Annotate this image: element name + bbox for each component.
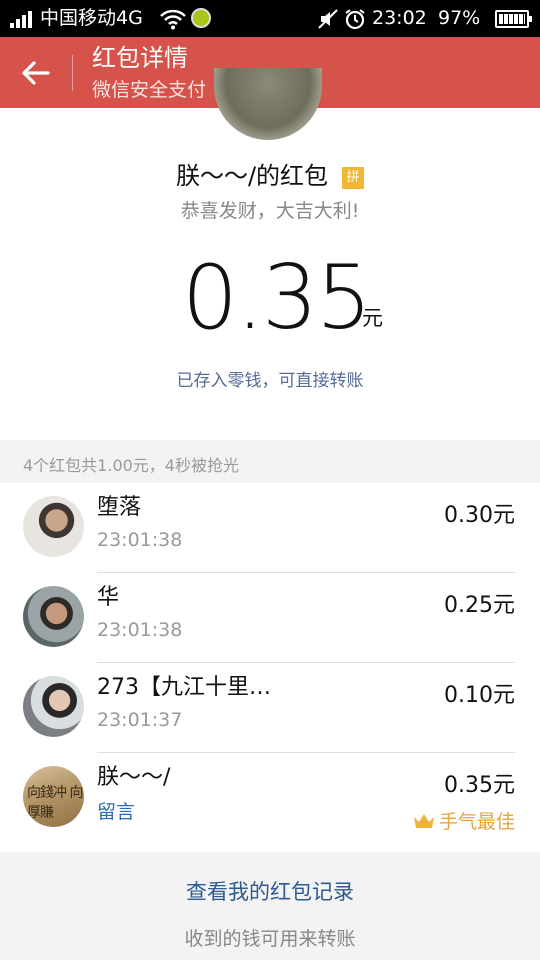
avatar-text: 向錢冲 向厚賺 (27, 785, 83, 821)
recipient-amount: 0.30元 (444, 503, 515, 528)
leave-message-link[interactable]: 留言 (97, 797, 135, 824)
recipient-name: 堕落 (97, 495, 142, 520)
recipient-name: 华 (97, 585, 120, 610)
recipient-time: 23:01:38 (97, 529, 183, 551)
list-item[interactable]: 向錢冲 向厚賺 朕～～/ 留言 0.35元 手气最佳 (0, 753, 540, 852)
amount-unit: 元 (362, 306, 383, 330)
sender-row: 朕～～/的红包拼 (0, 160, 540, 192)
recipient-name: 朕～～/ (97, 765, 171, 790)
app-notification-icon (191, 8, 211, 28)
list-item[interactable]: 273【九江十里… 23:01:37 0.10元 (0, 663, 540, 753)
avatar[interactable] (23, 676, 84, 737)
pin-badge: 拼 (342, 167, 365, 189)
packet-summary-card: 朕～～/的红包拼 恭喜发财，大吉大利! 0.35 元 已存入零钱，可直接转账 (0, 68, 540, 440)
avatar[interactable] (23, 496, 84, 557)
saved-to-wallet-link[interactable]: 已存入零钱，可直接转账 (0, 366, 540, 391)
page-subtitle: 微信安全支付 (92, 79, 207, 101)
battery-percent: 97% (438, 7, 481, 29)
best-luck-label: 手气最佳 (438, 811, 515, 833)
battery-icon (495, 10, 532, 28)
avatar[interactable]: 向錢冲 向厚賺 (23, 766, 84, 827)
back-arrow-icon[interactable] (18, 55, 54, 91)
list-item[interactable]: 华 23:01:38 0.25元 (0, 573, 540, 663)
recipient-amount: 0.25元 (444, 593, 515, 618)
recipient-time: 23:01:38 (97, 619, 183, 641)
sender-label: 朕～～/的红包 (175, 162, 329, 190)
signal-icon (10, 11, 32, 28)
crown-icon (413, 814, 434, 828)
wifi-icon (160, 9, 186, 30)
recipient-amount: 0.35元 (444, 773, 515, 798)
view-records-link[interactable]: 查看我的红包记录 (0, 876, 540, 906)
status-bar: 中国移动4G 23:02 97% (0, 0, 540, 37)
recipient-list: 堕落 23:01:38 0.30元 华 23:01:38 0.25元 273【九… (0, 483, 540, 852)
sender-avatar[interactable] (214, 68, 322, 140)
page-title: 红包详情 (92, 44, 188, 72)
carrier-label: 中国移动4G (40, 7, 143, 29)
alarm-icon (345, 9, 365, 30)
footer-note: 收到的钱可用来转账 (184, 928, 356, 950)
avatar[interactable] (23, 586, 84, 647)
received-amount: 0.35 (182, 246, 372, 349)
wish-message: 恭喜发财，大吉大利! (180, 200, 360, 222)
recipient-name: 273【九江十里… (97, 675, 271, 700)
clock: 23:02 (372, 7, 427, 29)
mute-icon (318, 9, 338, 29)
header-divider (72, 55, 73, 91)
best-luck-badge: 手气最佳 (413, 807, 515, 834)
recipient-amount: 0.10元 (444, 683, 515, 708)
packet-stats: 4个红包共1.00元，4秒被抢光 (23, 456, 239, 475)
recipient-time: 23:01:37 (97, 709, 183, 731)
list-item[interactable]: 堕落 23:01:38 0.30元 (0, 483, 540, 573)
